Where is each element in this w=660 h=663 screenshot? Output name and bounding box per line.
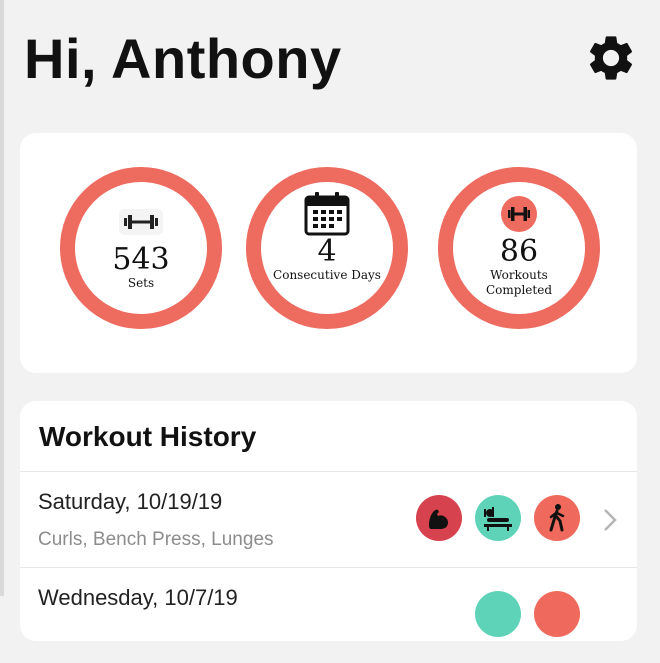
consecutive-days-value: 4 bbox=[317, 234, 337, 269]
walking-icon bbox=[534, 495, 580, 541]
workout-date: Saturday, 10/19/19 bbox=[38, 489, 223, 514]
stats-card: 543 Sets 4 Consecutive Days 86 Workouts … bbox=[20, 133, 637, 373]
workout-history-row[interactable]: Wednesday, 10/7/19 bbox=[20, 568, 637, 663]
workouts-completed-label-line1: Workouts bbox=[490, 268, 548, 282]
sets-stat-ring: 543 Sets bbox=[60, 167, 222, 329]
workout-date: Wednesday, 10/7/19 bbox=[38, 585, 238, 610]
workout-history-card: Workout History Saturday, 10/19/19 Curls… bbox=[20, 401, 637, 641]
sets-label: Sets bbox=[127, 276, 155, 290]
bench-press-icon bbox=[475, 495, 521, 541]
greeting-title: Hi, Anthony bbox=[24, 26, 342, 90]
dumbbell-badge-icon bbox=[500, 194, 538, 234]
chevron-right-icon[interactable] bbox=[603, 508, 617, 532]
bicep-icon bbox=[416, 495, 462, 541]
sets-value: 543 bbox=[112, 242, 170, 277]
dumbbell-icon bbox=[119, 202, 163, 242]
workout-history-title: Workout History bbox=[39, 421, 257, 452]
workout-exercises: Curls, Bench Press, Lunges bbox=[38, 529, 274, 550]
gear-icon[interactable] bbox=[584, 31, 638, 85]
calendar-icon bbox=[304, 192, 350, 236]
workouts-completed-label-line2: Completed bbox=[485, 283, 552, 297]
consecutive-days-label: Consecutive Days bbox=[273, 268, 381, 282]
window-edge bbox=[0, 0, 4, 596]
workout-history-row[interactable]: Saturday, 10/19/19 Curls, Bench Press, L… bbox=[20, 472, 637, 567]
header: Hi, Anthony bbox=[24, 18, 640, 98]
consecutive-days-stat-ring: 4 Consecutive Days bbox=[246, 167, 408, 329]
bench-press-icon bbox=[475, 591, 521, 637]
workouts-completed-value: 86 bbox=[499, 234, 539, 269]
walking-icon bbox=[534, 591, 580, 637]
workouts-completed-stat-ring: 86 Workouts Completed bbox=[438, 167, 600, 329]
